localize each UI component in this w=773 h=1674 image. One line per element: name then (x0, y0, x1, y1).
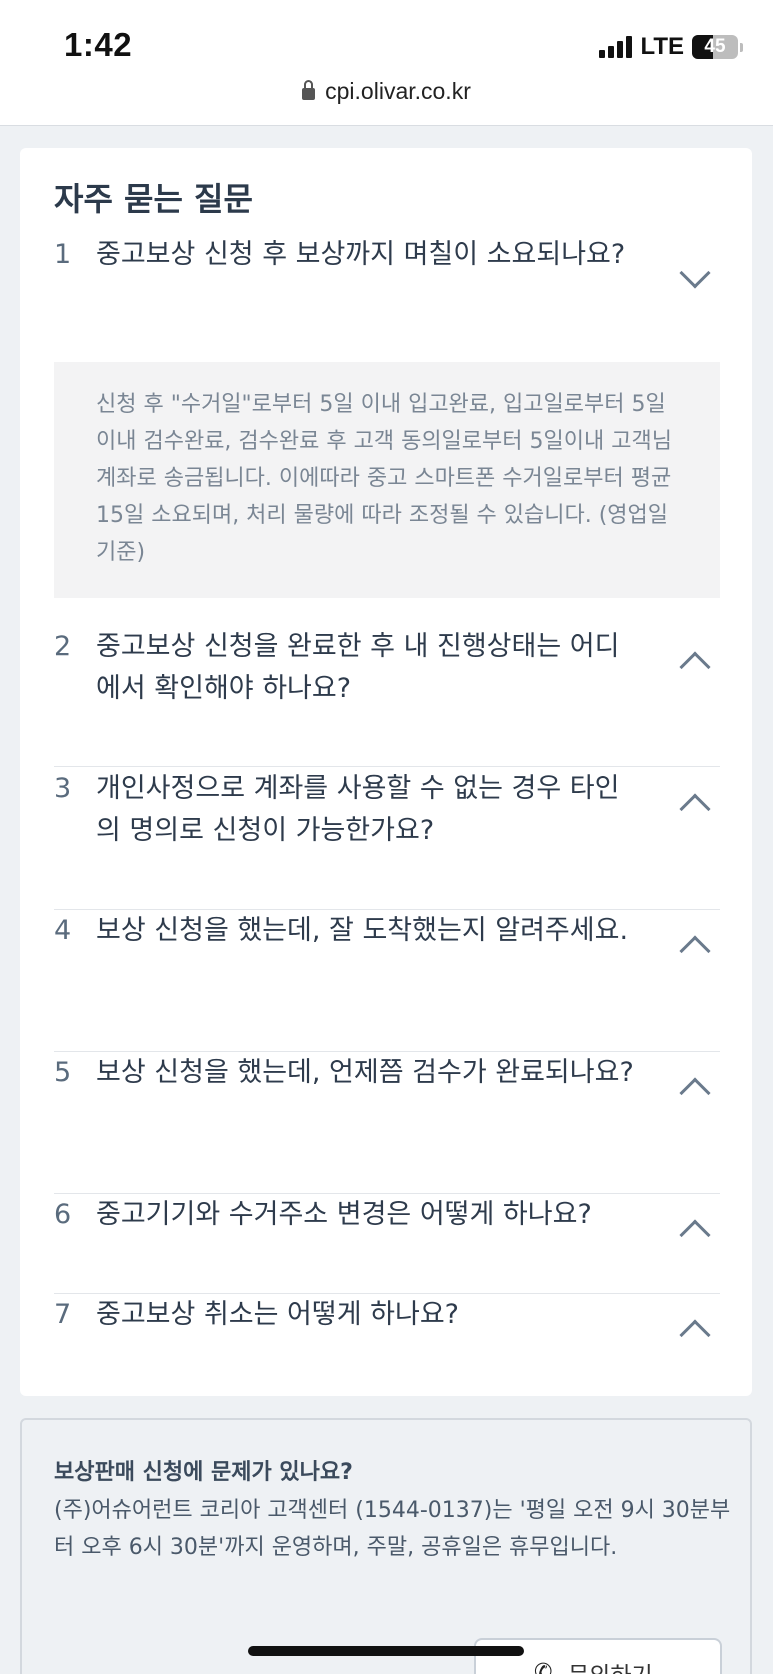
chevron-up-icon[interactable] (679, 651, 711, 683)
chevron-up-icon[interactable] (679, 935, 711, 967)
faq-item-6[interactable]: 6 중고기기와 수거주소 변경은 어떻게 하나요? (54, 1194, 720, 1294)
faq-number: 4 (54, 915, 72, 946)
faq-number: 7 (54, 1299, 72, 1330)
chevron-up-icon[interactable] (679, 1319, 711, 1351)
faq-number: 3 (54, 773, 72, 804)
help-description: (주)어슈어런트 코리아 고객센터 (1544-0137)는 '평일 오전 9시… (54, 1498, 731, 1560)
help-section: 보상판매 신청에 문제가 있나요? (주)어슈어런트 코리아 고객센터 (154… (20, 1418, 752, 1674)
faq-number: 6 (54, 1199, 72, 1230)
chevron-up-icon[interactable] (679, 1219, 711, 1251)
chevron-up-icon[interactable] (679, 1077, 711, 1109)
chevron-up-icon[interactable] (679, 793, 711, 825)
faq-question: 중고기기와 수거주소 변경은 어떻게 하나요? (96, 1199, 592, 1230)
lock-icon (302, 80, 316, 100)
faq-section: 자주 묻는 질문 1 중고보상 신청 후 보상까지 며칠이 소요되나요? 신청 … (20, 148, 752, 1396)
help-title: 보상판매 신청에 문제가 있나요? (54, 1460, 353, 1485)
faq-item-2[interactable]: 2 중고보상 신청을 완료한 후 내 진행상태는 어디에서 확인해야 하나요? (54, 626, 720, 767)
faq-item-1[interactable]: 1 중고보상 신청 후 보상까지 며칠이 소요되나요? (54, 234, 720, 324)
faq-question: 보상 신청을 했는데, 잘 도착했는지 알려주세요. (96, 915, 629, 946)
clock: 1:42 (64, 26, 133, 63)
faq-item-7[interactable]: 7 중고보상 취소는 어떻게 하나요? (54, 1294, 720, 1384)
battery-icon: 45 (692, 35, 738, 59)
signal-icon (599, 36, 633, 58)
faq-title: 자주 묻는 질문 (54, 180, 253, 218)
faq-question: 중고보상 신청 후 보상까지 며칠이 소요되나요? (96, 239, 626, 270)
faq-number: 5 (54, 1057, 72, 1088)
contact-button[interactable]: ✆ 문의하기 (474, 1638, 722, 1674)
faq-item-5[interactable]: 5 보상 신청을 했는데, 언제쯤 검수가 완료되나요? (54, 1052, 720, 1194)
home-indicator[interactable] (248, 1646, 524, 1656)
status-bar: 1:42 LTE 45 cpi.olivar.co.kr (0, 0, 773, 126)
faq-question: 중고보상 신청을 완료한 후 내 진행상태는 어디에서 확인해야 하나요? (96, 631, 620, 704)
url-text: cpi.olivar.co.kr (325, 78, 471, 104)
chevron-down-icon[interactable] (679, 257, 711, 289)
faq-answer: 신청 후 "수거일"로부터 5일 이내 입고완료, 입고일로부터 5일이내 검수… (54, 362, 720, 598)
phone-icon: ✆ (534, 1660, 553, 1674)
contact-button-label: 문의하기 (568, 1656, 653, 1674)
faq-question: 보상 신청을 했는데, 언제쯤 검수가 완료되나요? (96, 1057, 634, 1088)
faq-question: 중고보상 취소는 어떻게 하나요? (96, 1299, 459, 1330)
system-indicators: LTE 45 (599, 33, 743, 60)
faq-item-4[interactable]: 4 보상 신청을 했는데, 잘 도착했는지 알려주세요. (54, 910, 720, 1052)
battery-level: 45 (704, 36, 726, 57)
network-type: LTE (640, 33, 684, 60)
faq-number: 2 (54, 631, 72, 662)
faq-question: 개인사정으로 계좌를 사용할 수 없는 경우 타인의 명의로 신청이 가능한가요… (96, 773, 620, 846)
faq-number: 1 (54, 239, 72, 270)
address-bar[interactable]: cpi.olivar.co.kr (0, 78, 773, 105)
faq-item-3[interactable]: 3 개인사정으로 계좌를 사용할 수 없는 경우 타인의 명의로 신청이 가능한… (54, 768, 720, 910)
